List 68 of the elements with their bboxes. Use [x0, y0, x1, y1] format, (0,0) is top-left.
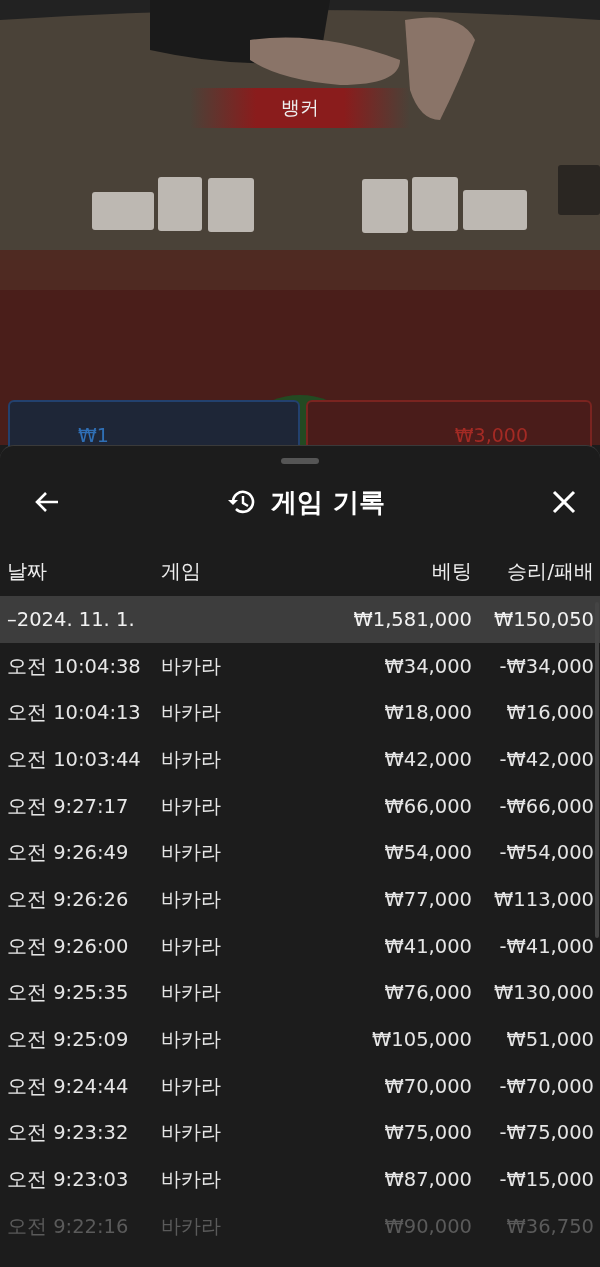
table-cell-text: 바카라 — [161, 980, 222, 1007]
table-cell-text: ₩36,750 — [505, 1214, 594, 1238]
table-cell-text: 오전 10:04:38 — [7, 653, 142, 680]
table-cell-text: 오전 9:26:00 — [7, 933, 130, 960]
table-cell: ₩70,000 — [384, 1074, 472, 1098]
table-cell-text: 바카라 — [161, 653, 222, 680]
table-cell-text: -₩34,000 — [498, 654, 594, 678]
table-cell-text: 오전 9:25:35 — [7, 980, 130, 1007]
column-header: 날짜 — [7, 558, 48, 585]
table-cell-text: ₩51,000 — [505, 1028, 594, 1052]
table-cell-text: 오전 9:24:44 — [7, 1073, 130, 1100]
table-cell-text: 바카라 — [161, 1167, 222, 1194]
column-header: 게임 — [161, 558, 202, 585]
table-cell: ₩41,000 — [384, 934, 472, 958]
table-cell: ₩105,000 — [372, 1028, 472, 1052]
table-cell-text: –2024. 11. 1. — [7, 607, 136, 631]
bet-amount: ₩1 — [78, 424, 109, 446]
bet-amount: ₩3,000 — [454, 424, 528, 446]
table-cell-text: 오전 9:27:17 — [7, 793, 130, 820]
table-cell-text: 오전 9:23:32 — [7, 1120, 130, 1147]
close-icon — [552, 490, 576, 514]
table-cell-text: ₩130,000 — [493, 981, 594, 1005]
table-cell: ₩77,000 — [384, 887, 472, 911]
table-cell-text: 바카라 — [161, 840, 222, 867]
table-cell-text: 바카라 — [161, 700, 222, 727]
table-cell-text: -₩42,000 — [498, 747, 594, 771]
table-cell-text: 오전 10:03:44 — [7, 746, 142, 773]
table-cell-text: 바카라 — [161, 1027, 222, 1054]
table-cell-text: ₩113,000 — [493, 887, 594, 911]
table-cell: ₩54,000 — [384, 841, 472, 865]
table-cell-text: -₩66,000 — [498, 794, 594, 818]
table-cell: ₩75,000 — [384, 1121, 472, 1145]
table-cell-text: -₩75,000 — [498, 1121, 594, 1145]
table-cell-text: 바카라 — [161, 933, 222, 960]
table-cell-text: 바카라 — [161, 886, 222, 913]
table-cell-text: 바카라 — [161, 793, 222, 820]
table-cell-text: -₩70,000 — [498, 1074, 594, 1098]
table-cell-text: 바카라 — [161, 746, 222, 773]
table-cell: ₩87,000 — [384, 1168, 472, 1192]
table-cell: ₩34,000 — [384, 654, 472, 678]
table-cell-text: 바카라 — [161, 1213, 222, 1240]
table-cell-text: 오전 9:26:49 — [7, 840, 130, 867]
date-group-row[interactable]: –2024. 11. 1. ₩1,581,000 ₩150,050 — [0, 596, 600, 643]
back-arrow-icon — [34, 491, 60, 513]
scrollbar[interactable] — [595, 602, 599, 938]
table-cell: ₩66,000 — [384, 794, 472, 818]
table-cell-text: 바카라 — [161, 1120, 222, 1147]
column-header: 베팅 — [432, 558, 472, 585]
table-cell: ₩1,581,000 — [353, 607, 472, 631]
table-cell-text: 오전 9:23:03 — [7, 1167, 130, 1194]
table-cell-text: 오전 9:25:09 — [7, 1027, 130, 1054]
table-cell-text: ₩16,000 — [505, 701, 594, 725]
table-cell-text: ₩150,050 — [493, 607, 594, 631]
table-cell: ₩42,000 — [384, 747, 472, 771]
column-header: 승리/패배 — [506, 558, 594, 585]
table-cell: ₩76,000 — [384, 981, 472, 1005]
table-cell-text: -₩41,000 — [498, 934, 594, 958]
table-cell-text: -₩54,000 — [498, 841, 594, 865]
table-cell-text: 바카라 — [161, 1073, 222, 1100]
table-cell-text: -₩15,000 — [498, 1168, 594, 1192]
table-cell-text: 오전 9:22:16 — [7, 1213, 130, 1240]
table-cell-text: 오전 10:04:13 — [7, 700, 142, 727]
table-cell: ₩18,000 — [384, 701, 472, 725]
sheet-title: 게임 기록 — [271, 485, 385, 519]
result-banner: 뱅커 — [190, 88, 410, 128]
table-cell: ₩90,000 — [384, 1214, 472, 1238]
drag-handle[interactable] — [281, 458, 319, 464]
table-cell-text: 오전 9:26:26 — [7, 886, 130, 913]
